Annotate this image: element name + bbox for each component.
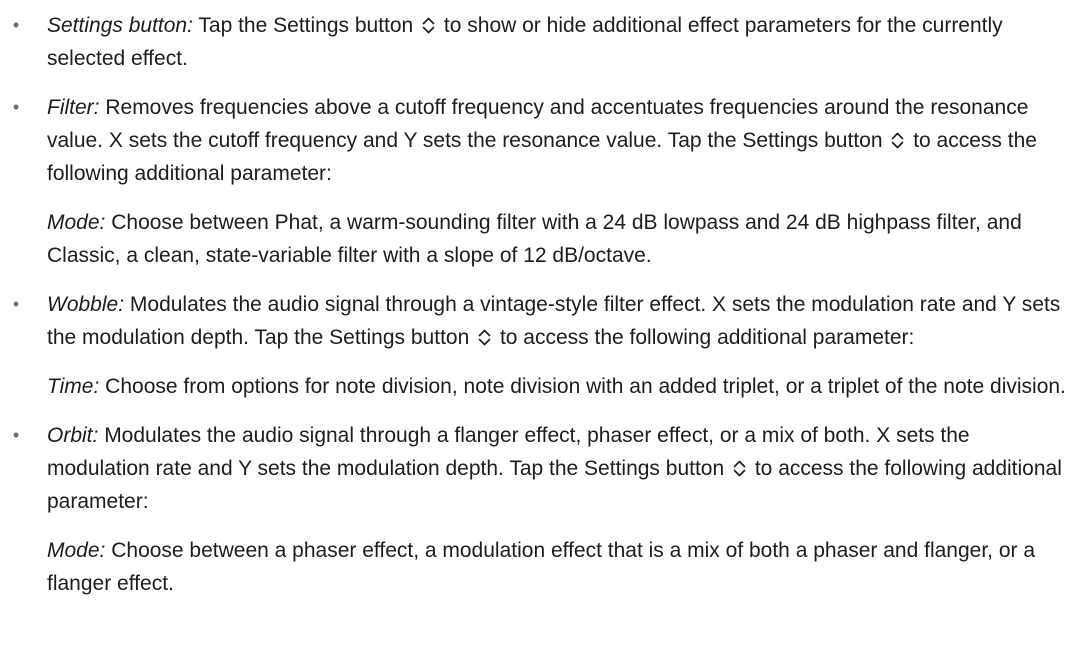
- bullet: •: [12, 15, 20, 35]
- up-down-chevron-icon: [732, 459, 747, 478]
- paragraph-text: Choose between Phat, a warm-sounding fil…: [47, 211, 1022, 267]
- paragraph: Orbit: Modulates the audio signal throug…: [47, 419, 1075, 518]
- paragraph-text: Removes frequencies above a cutoff frequ…: [47, 96, 1029, 152]
- paragraph-text: to access the following additional param…: [499, 326, 915, 349]
- bullet: •: [12, 425, 20, 445]
- list-item-wobble: • Wobble: Modulates the audio signal thr…: [0, 288, 1081, 403]
- paragraph-text: Tap the Settings button: [198, 14, 414, 37]
- term-label: Settings button:: [47, 14, 193, 37]
- term-label: Orbit:: [47, 424, 99, 447]
- term-label: Filter:: [47, 96, 100, 119]
- paragraph: Mode: Choose between a phaser effect, a …: [47, 534, 1075, 600]
- paragraph: Time: Choose from options for note divis…: [47, 370, 1075, 403]
- up-down-chevron-icon: [890, 131, 905, 150]
- term-label: Mode:: [47, 211, 106, 234]
- list-item-orbit: • Orbit: Modulates the audio signal thro…: [0, 419, 1081, 600]
- term-label: Wobble:: [47, 293, 125, 316]
- paragraph-text: Choose from options for note division, n…: [105, 375, 1066, 398]
- paragraph-text: Choose between a phaser effect, a modula…: [47, 539, 1036, 595]
- up-down-chevron-icon: [421, 16, 436, 35]
- term-label: Mode:: [47, 539, 106, 562]
- paragraph: Filter: Removes frequencies above a cuto…: [47, 91, 1075, 190]
- up-down-chevron-icon: [477, 328, 492, 347]
- term-label: Time:: [47, 375, 100, 398]
- paragraph: Wobble: Modulates the audio signal throu…: [47, 288, 1075, 354]
- effects-list: • Settings button: Tap the Settings butt…: [0, 9, 1081, 616]
- bullet: •: [12, 97, 20, 117]
- bullet: •: [12, 294, 20, 314]
- list-item-filter: • Filter: Removes frequencies above a cu…: [0, 91, 1081, 272]
- paragraph: Mode: Choose between Phat, a warm-soundi…: [47, 206, 1075, 272]
- list-item-settings-button: • Settings button: Tap the Settings butt…: [0, 9, 1081, 75]
- paragraph: Settings button: Tap the Settings button…: [47, 9, 1075, 75]
